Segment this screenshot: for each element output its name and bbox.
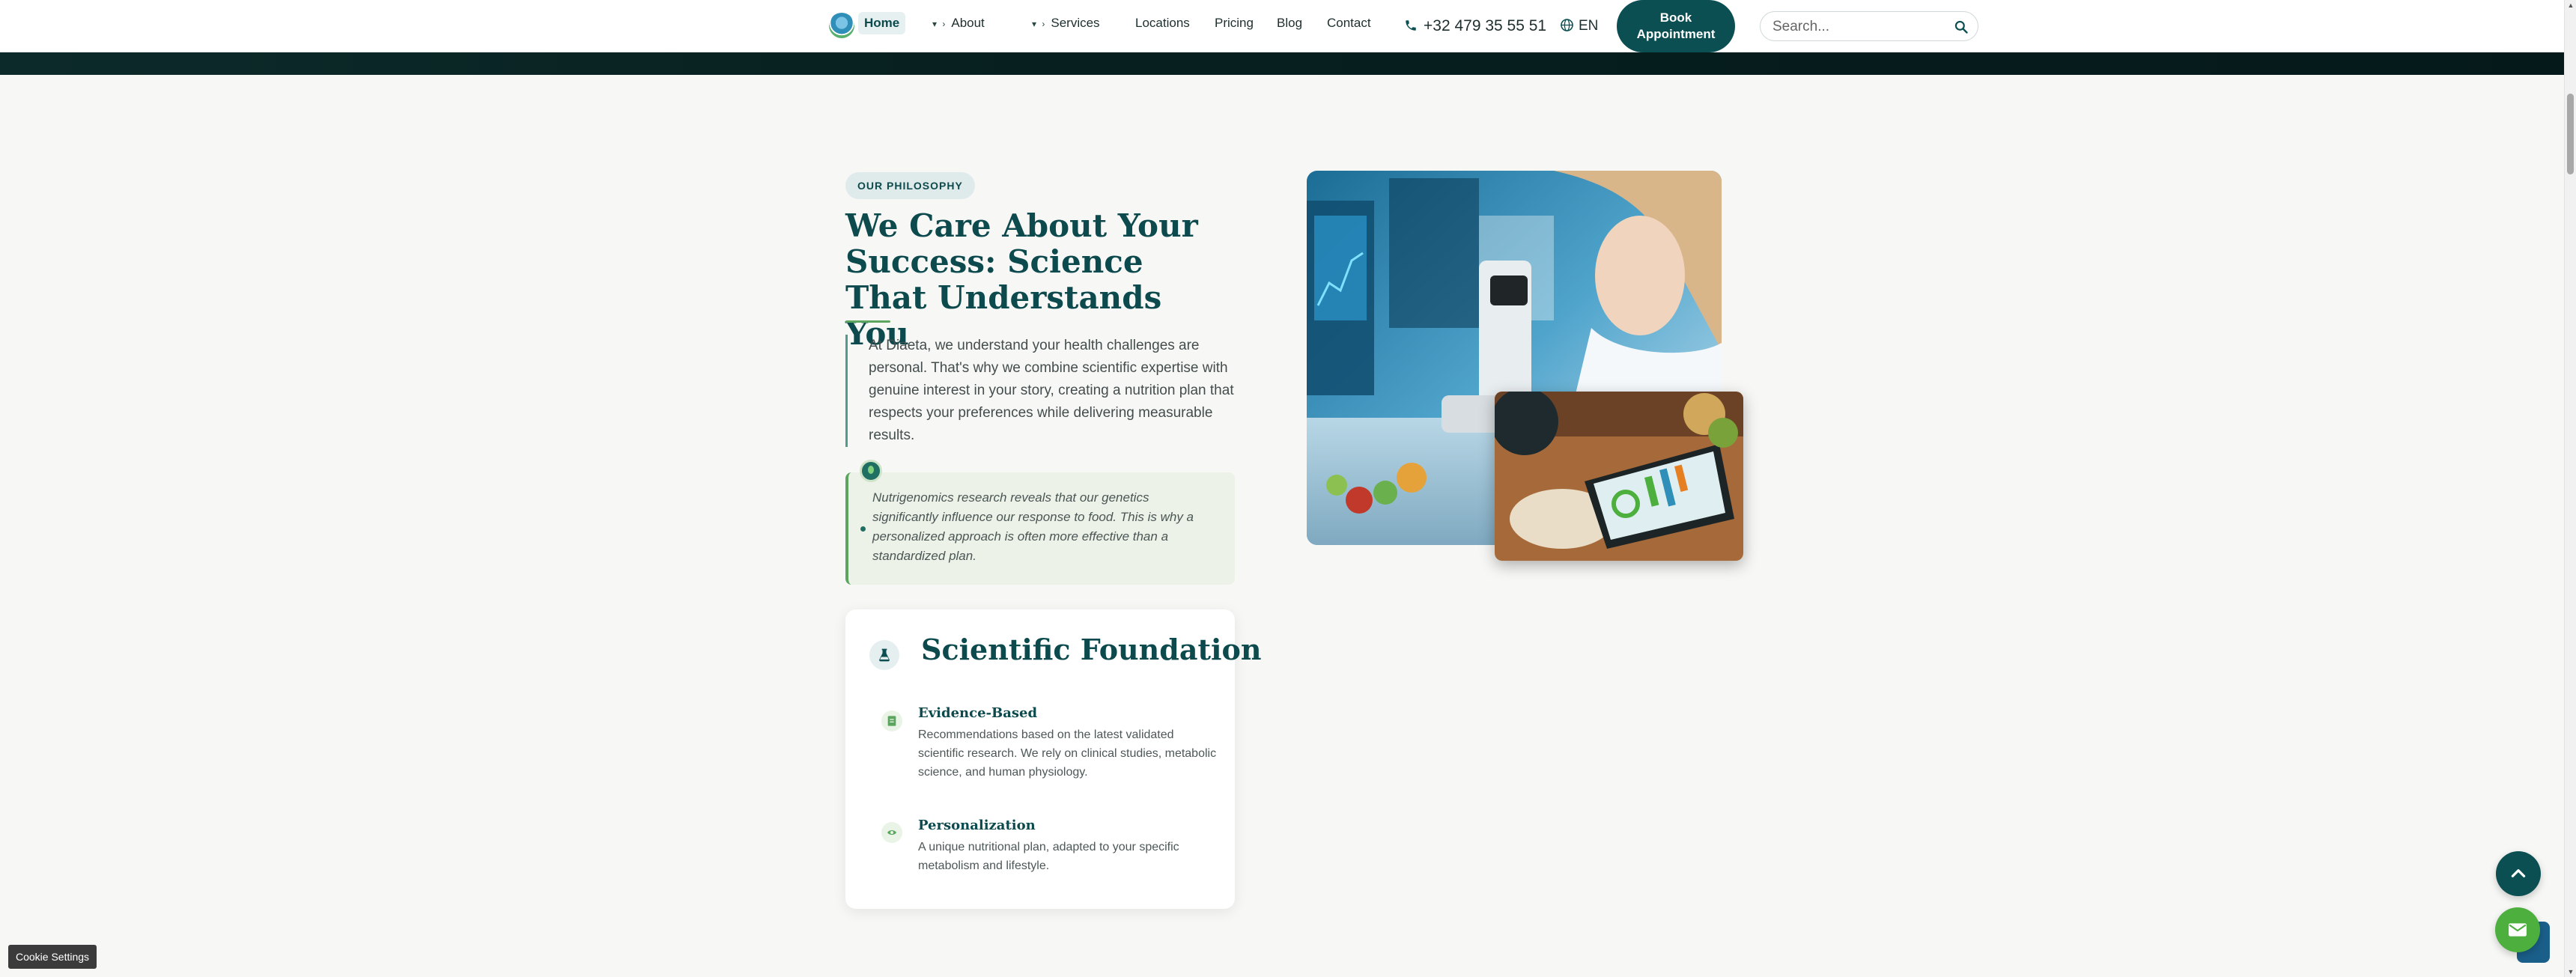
mail-icon — [2509, 923, 2527, 937]
nav-about-label: About — [951, 16, 985, 30]
dna-icon — [881, 822, 902, 843]
search-box — [1760, 11, 1978, 41]
nav-contact[interactable]: Contact — [1327, 12, 1371, 34]
logo-icon[interactable] — [829, 13, 854, 38]
chevron-down-icon: ▾ › — [932, 19, 947, 29]
page: Home ▾ › About ▾ › Services Locations Pric… — [0, 0, 2576, 977]
intro-paragraph: At Diaeta, we understand your health cha… — [845, 335, 1235, 447]
site-header: Home ▾ › About ▾ › Services Locations Pric… — [0, 0, 2564, 52]
email-contact-button[interactable] — [2495, 907, 2540, 952]
nav-about[interactable]: ▾ › About — [932, 12, 985, 34]
title-underline — [845, 320, 890, 323]
nav-services-label: Services — [1051, 16, 1100, 30]
card-title: Scientific Foundation — [921, 633, 1262, 666]
chevron-down-icon: ▾ › — [1032, 19, 1047, 29]
search-input[interactable] — [1772, 18, 1945, 36]
feature-title-personalization: Personalization — [918, 818, 1036, 833]
scroll-down-arrow-icon[interactable]: ▼ — [2567, 968, 2575, 976]
nav-blog[interactable]: Blog — [1277, 12, 1302, 34]
document-icon — [881, 710, 902, 731]
section-title: We Care About Your Success: Science That… — [845, 207, 1198, 352]
chevron-up-icon — [2511, 869, 2526, 877]
search-icon[interactable] — [1954, 19, 1969, 34]
feature-text-evidence-based: Recommendations based on the latest vali… — [918, 728, 1217, 779]
nav-pricing[interactable]: Pricing — [1215, 12, 1254, 34]
globe-icon — [1561, 19, 1573, 31]
nutrition-tablet-image — [1495, 392, 1743, 561]
book-appointment-button[interactable]: Book Appointment — [1617, 0, 1735, 52]
scrollbar-thumb[interactable] — [2567, 94, 2574, 174]
cookie-settings-button[interactable]: Cookie Settings — [8, 945, 97, 969]
phone-number: +32 479 35 55 51 — [1424, 17, 1547, 34]
phone-icon — [1404, 16, 1418, 31]
section-badge: OUR PHILOSOPHY — [845, 172, 975, 199]
bullet-dot — [860, 526, 866, 532]
language-selector[interactable]: EN — [1560, 15, 1598, 37]
feature-title-evidence-based: Evidence-Based — [918, 705, 1038, 721]
feature-text-personalization: A unique nutritional plan, adapted to yo… — [918, 841, 1179, 872]
lightbulb-icon — [860, 460, 882, 482]
nav-locations[interactable]: Locations — [1135, 12, 1190, 34]
hero-bottom-band — [0, 52, 2564, 75]
language-code: EN — [1579, 18, 1599, 34]
scroll-to-top-button[interactable] — [2496, 851, 2541, 896]
nav-home[interactable]: Home — [858, 12, 906, 34]
scroll-up-arrow-icon[interactable]: ▲ — [2567, 1, 2575, 9]
nav-services[interactable]: ▾ › Services — [1032, 12, 1100, 34]
flask-icon — [869, 640, 899, 670]
page-scrollbar[interactable]: ▲ ▼ — [2564, 0, 2576, 977]
phone-link[interactable]: +32 479 35 55 51 — [1404, 15, 1546, 37]
research-callout-text: Nutrigenomics research reveals that our … — [872, 490, 1194, 563]
